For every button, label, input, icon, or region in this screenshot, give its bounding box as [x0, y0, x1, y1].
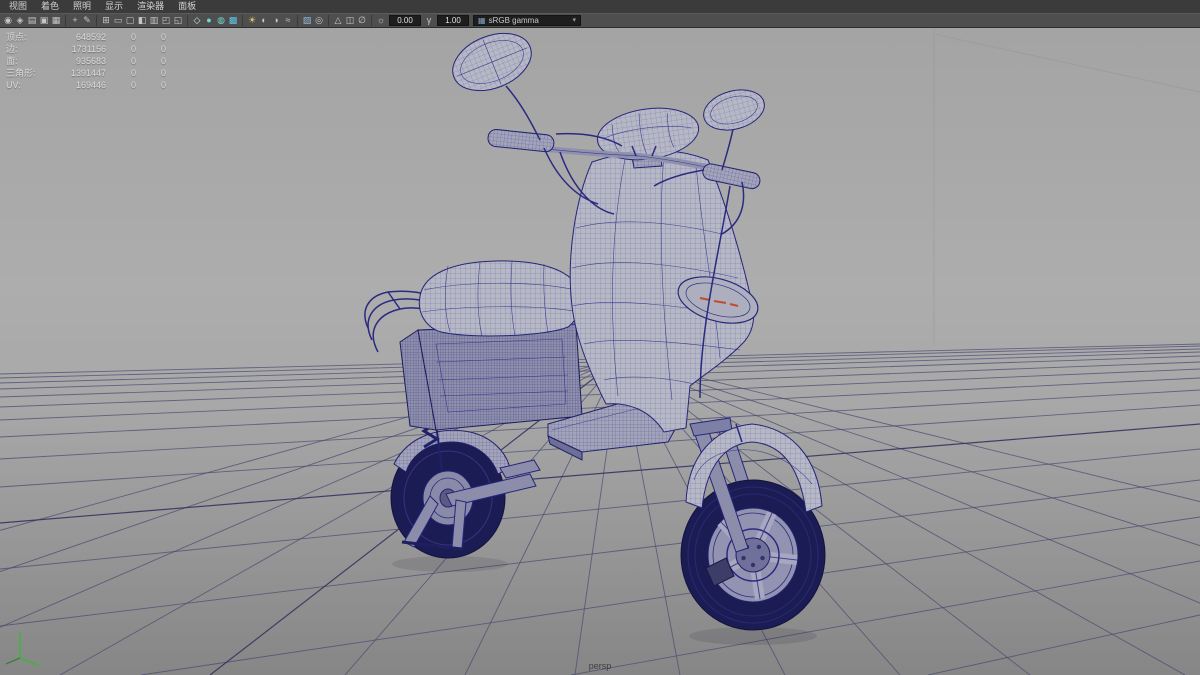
bookmark-icon[interactable]: ▣ [38, 14, 50, 27]
wireframe-icon[interactable]: ◇ [191, 14, 203, 27]
scooter-model[interactable] [364, 28, 826, 631]
hud-col2: 0 [130, 68, 136, 78]
view-transform-dropdown[interactable]: ▦ sRGB gamma ▾ [473, 15, 581, 26]
mirror-stalk-right [721, 123, 735, 171]
hud-uvs: UV: 169446 0 0 [6, 79, 166, 91]
viewport-canvas[interactable] [0, 28, 1200, 675]
maya-viewport-window: 视图 着色 照明 显示 渲染器 面板 ◉ ◈ ▤ ▣ ▦ + ✎ ⊞ ▭ ▢ ◧ ▥ ◰ ◱ ◇ ● ◍ ▩… [0, 0, 1200, 675]
ground-grid [0, 343, 1200, 675]
toolbar-separator [65, 15, 66, 26]
exposure-icon[interactable]: ☼ [375, 14, 387, 27]
menu-renderer[interactable]: 渲染器 [130, 0, 171, 13]
mirror-left [452, 32, 532, 92]
panel-toolbar: ◉ ◈ ▤ ▣ ▦ + ✎ ⊞ ▭ ▢ ◧ ▥ ◰ ◱ ◇ ● ◍ ▩ ☀ ◐ ◑ ≈ ▨ ◎ △ ◫ ∅ ☼ 0.00… [0, 13, 1200, 28]
menu-panels[interactable]: 面板 [171, 0, 203, 13]
hud-value: 1391447 [70, 68, 106, 78]
resolution-gate-icon[interactable]: ▢ [124, 14, 136, 27]
hud-label: 三角形: [6, 68, 36, 78]
hud-faces: 面: 935683 0 0 [6, 55, 166, 67]
hud-vertices: 顶点: 648592 0 0 [6, 31, 166, 43]
menu-show[interactable]: 显示 [98, 0, 130, 13]
hud-col3: 0 [160, 56, 166, 66]
select-camera-icon[interactable]: ◉ [2, 14, 14, 27]
hud-label: 面: [6, 56, 18, 66]
gamma-icon[interactable]: γ [423, 14, 435, 27]
hud-value: 648592 [75, 32, 106, 42]
menu-lighting[interactable]: 照明 [66, 0, 98, 13]
exposure-field[interactable]: 0.00 [389, 15, 421, 26]
camera-attributes-icon[interactable]: ▤ [26, 14, 38, 27]
hud-label: 边: [6, 44, 18, 54]
isolate-select-icon[interactable]: △ [332, 14, 344, 27]
hud-value: 169446 [75, 80, 106, 90]
view-transform-value: sRGB gamma [488, 16, 539, 25]
xray-icon[interactable]: ◫ [344, 14, 356, 27]
hud-col3: 0 [160, 68, 166, 78]
gate-mask-icon[interactable]: ◧ [136, 14, 148, 27]
field-chart-icon[interactable]: ▥ [148, 14, 160, 27]
viewport[interactable]: 顶点: 648592 0 0 边: 1731156 0 0 面: 935683 … [0, 28, 1200, 675]
toolbar-separator [242, 15, 243, 26]
image-plane-icon[interactable]: ▦ [50, 14, 62, 27]
hud-label: UV: [6, 80, 21, 90]
toolbar-separator [371, 15, 372, 26]
toolbar-separator [187, 15, 188, 26]
seat-cushion [418, 260, 581, 337]
hud-edges: 边: 1731156 0 0 [6, 43, 166, 55]
menu-shading[interactable]: 着色 [34, 0, 66, 13]
toolbar-separator [297, 15, 298, 26]
wireframe-on-shaded-icon[interactable]: ◍ [215, 14, 227, 27]
hud-col2: 0 [130, 80, 136, 90]
hud-col3: 0 [160, 44, 166, 54]
panel-menu-bar: 视图 着色 照明 显示 渲染器 面板 [0, 0, 1200, 13]
film-gate-icon[interactable]: ▭ [112, 14, 124, 27]
textured-icon[interactable]: ▩ [227, 14, 239, 27]
camera-name-label: persp [588, 661, 612, 671]
grease-pencil-icon[interactable]: ✎ [81, 14, 93, 27]
mirror-right [703, 89, 765, 131]
lock-camera-icon[interactable]: ◈ [14, 14, 26, 27]
battery-box [399, 323, 583, 431]
gamma-field[interactable]: 1.00 [437, 15, 469, 26]
safe-action-icon[interactable]: ◰ [160, 14, 172, 27]
smooth-shade-icon[interactable]: ● [203, 14, 215, 27]
chevron-down-icon: ▾ [572, 17, 576, 24]
toolbar-separator [96, 15, 97, 26]
menu-view[interactable]: 视图 [2, 0, 34, 13]
antialiasing-icon[interactable]: ▨ [301, 14, 313, 27]
hud-col2: 0 [130, 32, 136, 42]
hud-label: 顶点: [6, 32, 27, 42]
hud-col3: 0 [160, 80, 166, 90]
hud-col2: 0 [130, 44, 136, 54]
view-transform-swatch-icon: ▦ [478, 16, 486, 25]
toolbar-separator [328, 15, 329, 26]
safe-title-icon[interactable]: ◱ [172, 14, 184, 27]
hud-triangles: 三角形: 1391447 0 0 [6, 67, 166, 79]
xray-joints-icon[interactable]: ∅ [356, 14, 368, 27]
far-grid-lines [933, 28, 1200, 346]
hud-value: 1731156 [71, 44, 106, 54]
pan-zoom-2d-icon[interactable]: + [69, 14, 81, 27]
grid-toggle-icon[interactable]: ⊞ [100, 14, 112, 27]
screen-space-ao-icon[interactable]: ◑ [270, 14, 282, 27]
hud-col2: 0 [130, 56, 136, 66]
depth-of-field-icon[interactable]: ◎ [313, 14, 325, 27]
use-all-lights-icon[interactable]: ☀ [246, 14, 258, 27]
motion-blur-icon[interactable]: ≈ [282, 14, 294, 27]
hud-col3: 0 [160, 32, 166, 42]
shadows-icon[interactable]: ◐ [258, 14, 270, 27]
poly-count-hud: 顶点: 648592 0 0 边: 1731156 0 0 面: 935683 … [6, 31, 166, 91]
hud-value: 935683 [75, 56, 106, 66]
